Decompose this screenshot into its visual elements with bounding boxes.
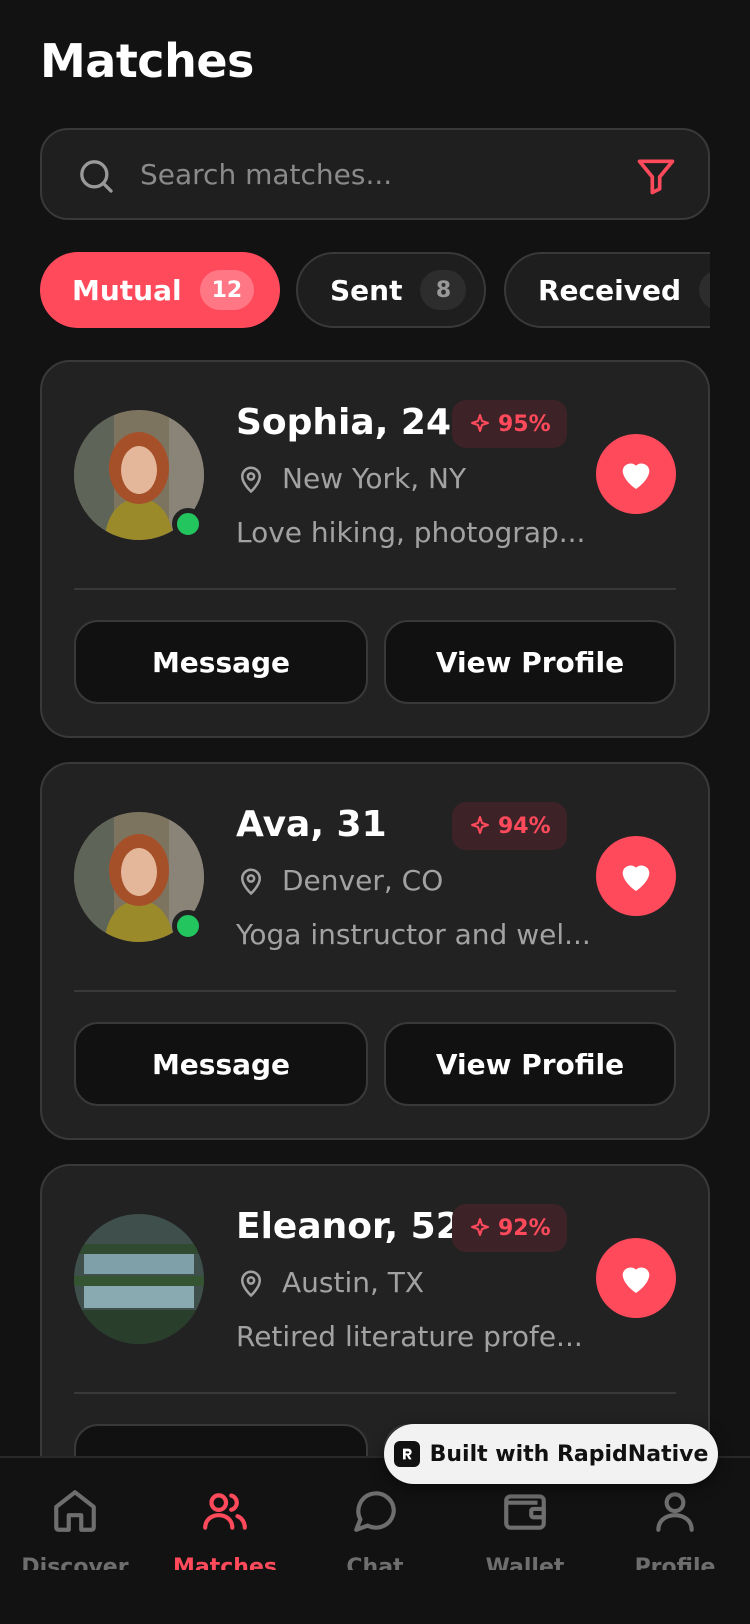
users-icon [203,1493,247,1530]
nav-item-wallet[interactable]: Wallet [450,1486,600,1570]
match-percentage: 95% [498,411,551,437]
heart-icon [622,865,650,891]
nav-label: Wallet [485,1555,565,1570]
rapidnative-logo-icon [393,1441,420,1467]
like-button[interactable] [596,434,676,514]
search-bar[interactable]: Search matches... [40,128,710,220]
location-pin-icon [240,868,262,895]
online-indicator [172,910,204,942]
chat-icon [354,1491,396,1532]
built-with-badge[interactable]: Built with RapidNative [384,1424,718,1484]
sparkle-icon [471,1218,489,1236]
divider [74,588,676,590]
match-bio: Love hiking, photograp... [236,516,586,549]
match-percentage: 94% [498,813,551,839]
match-percentage-badge: 92% [452,1204,567,1252]
location: Denver, CO [236,864,443,897]
avatar[interactable] [74,1214,204,1344]
match-tabs: Mutual 12 Sent 8 Received 1 [40,252,710,328]
search-icon [80,160,113,193]
nav-item-discover[interactable]: Discover [0,1486,150,1570]
divider [74,1392,676,1394]
nav-label: Discover [21,1555,129,1570]
tab-label: Mutual [72,273,182,307]
nav-label: Profile [634,1555,716,1570]
tab-count-badge: 8 [420,270,467,310]
like-button[interactable] [596,836,676,916]
match-percentage: 92% [498,1215,551,1241]
message-button[interactable]: Message [74,620,368,704]
location-text: Austin, TX [282,1266,425,1299]
nav-item-matches[interactable]: Matches [150,1486,300,1570]
tab-label: Received [538,273,682,307]
match-card[interactable]: Ava, 31 94% Denver, CO Yoga instructor a… [40,762,710,1140]
wallet-icon [504,1494,546,1530]
like-button[interactable] [596,1238,676,1318]
location: Austin, TX [236,1266,424,1299]
tab-sent[interactable]: Sent 8 [296,252,486,328]
sparkle-icon [471,414,489,432]
tab-mutual[interactable]: Mutual 12 [40,252,280,328]
divider [74,990,676,992]
location-pin-icon [240,1270,262,1297]
tab-count-badge: 12 [199,270,255,310]
location-text: Denver, CO [282,864,444,897]
location-text: New York, NY [282,462,467,495]
match-bio: Retired literature profe... [236,1320,583,1353]
tab-received[interactable]: Received 1 [504,252,710,328]
view-profile-button[interactable]: View Profile [384,1022,676,1106]
location-pin-icon [240,466,262,493]
tab-count-badge: 1 [699,270,710,310]
match-name: Ava, 31 [236,804,387,845]
match-bio: Yoga instructor and wel... [236,918,591,951]
match-card[interactable]: Sophia, 24 95% New York, NY Love hiking,… [40,360,710,738]
match-percentage-badge: 94% [452,802,567,850]
home-icon [54,1490,96,1532]
filter-icon[interactable] [634,154,678,198]
match-name: Eleanor, 52 [236,1206,461,1247]
tab-label: Sent [330,273,403,307]
nav-label: Matches [173,1555,277,1570]
nav-item-chat[interactable]: Chat [300,1486,450,1570]
page-title: Matches [40,34,254,88]
nav-item-profile[interactable]: Profile [600,1486,750,1570]
match-name: Sophia, 24 [236,402,451,443]
search-input[interactable]: Search matches... [140,158,392,191]
location: New York, NY [236,462,466,495]
nav-label: Chat [346,1555,404,1570]
view-profile-button[interactable]: View Profile [384,620,676,704]
badge-label: Built with RapidNative [429,1441,709,1467]
match-percentage-badge: 95% [452,400,567,448]
user-icon [656,1492,694,1532]
online-indicator [172,508,204,540]
heart-icon [622,1267,650,1293]
sparkle-icon [471,816,489,834]
message-button[interactable]: Message [74,1022,368,1106]
heart-icon [622,463,650,489]
